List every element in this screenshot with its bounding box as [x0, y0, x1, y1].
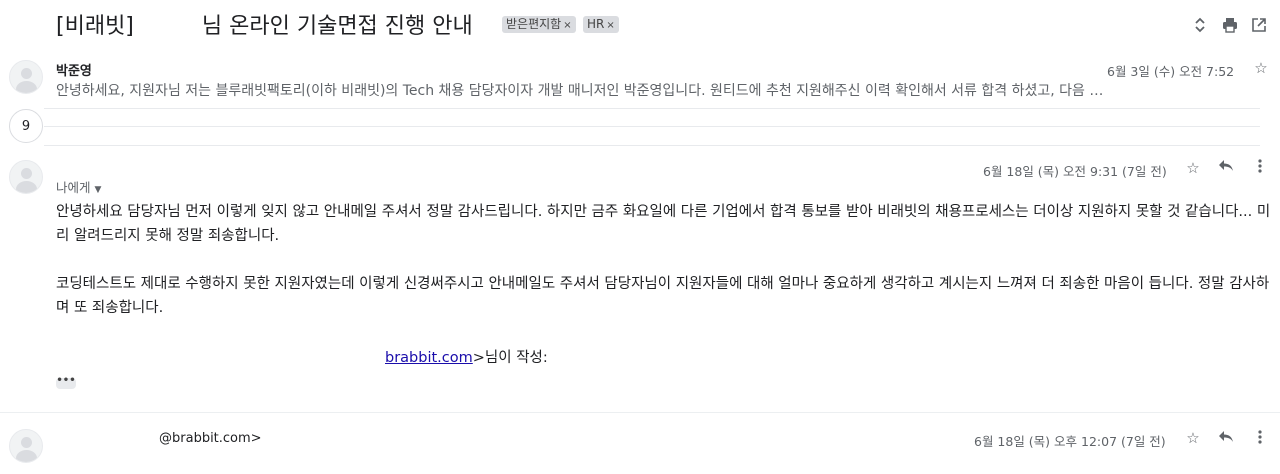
avatar [9, 429, 43, 463]
sender-name[interactable]: 박준영 [56, 60, 92, 79]
subject-row: [비래빗] 님 온라인 기술면접 진행 안내 받은편지함 × HR × [0, 0, 1280, 50]
expand-collapse-icon[interactable] [1189, 14, 1211, 36]
show-trimmed-content-button[interactable]: ••• [56, 376, 76, 389]
quote-suffix: >님이 작성: [472, 350, 548, 366]
open-in-new-window-icon[interactable] [1248, 14, 1270, 36]
sender-email[interactable]: @brabbit.com> [159, 431, 262, 446]
subject-prefix: [비래빗] [56, 14, 134, 39]
label-chip-inbox[interactable]: 받은편지함 × [502, 16, 576, 33]
collapsed-messages-count[interactable]: 9 [9, 109, 43, 143]
label-chip-hr[interactable]: HR × [583, 16, 619, 33]
avatar [9, 160, 43, 194]
divider [44, 126, 1260, 127]
recipient-label: 나에게 [56, 180, 91, 195]
label-chip-text: 받은편지함 [506, 17, 562, 31]
quote-header: brabbit.com>님이 작성: [385, 346, 548, 367]
message-date: 6월 18일 (목) 오전 9:31 (7일 전) [983, 164, 1167, 179]
quote-link[interactable]: brabbit.com [385, 350, 473, 366]
print-icon[interactable] [1219, 14, 1241, 36]
subject-text: 님 온라인 기술면접 진행 안내 [201, 14, 473, 39]
message-date: 6월 18일 (목) 오후 12:07 (7일 전) [974, 434, 1166, 449]
more-vert-icon[interactable] [1251, 158, 1269, 178]
reply-icon[interactable] [1217, 429, 1235, 447]
message-paragraph: 안녕하세요 담당자님 먼저 이렇게 잊지 않고 안내메일 주셔서 정말 감사드립… [56, 204, 1271, 244]
message-snippet[interactable]: 안녕하세요, 지원자님 저는 블루래빗팩토리(이하 비래빗)의 Tech 채용 … [56, 80, 1262, 100]
close-icon[interactable]: × [606, 20, 614, 31]
recipient-toggle[interactable]: 나에게 ▼ [56, 177, 101, 196]
message-date: 6월 3일 (수) 오전 7:52 [1107, 64, 1235, 79]
star-icon[interactable]: ☆ [1184, 159, 1202, 177]
avatar [9, 60, 43, 94]
divider [44, 108, 1260, 109]
divider [0, 412, 1280, 413]
subject-title: [비래빗] 님 온라인 기술면접 진행 안내 [56, 8, 473, 40]
star-icon[interactable]: ☆ [1184, 429, 1202, 447]
star-icon[interactable]: ☆ [1252, 59, 1270, 77]
chevron-down-icon[interactable]: ▼ [95, 185, 102, 195]
close-icon[interactable]: × [563, 20, 571, 31]
more-vert-icon[interactable] [1251, 429, 1269, 449]
divider [44, 145, 1260, 146]
message-paragraph: 코딩테스트도 제대로 수행하지 못한 지원자였는데 이렇게 신경써주시고 안내메… [56, 276, 1270, 316]
reply-icon[interactable] [1217, 158, 1235, 176]
label-chip-text: HR [587, 17, 605, 31]
